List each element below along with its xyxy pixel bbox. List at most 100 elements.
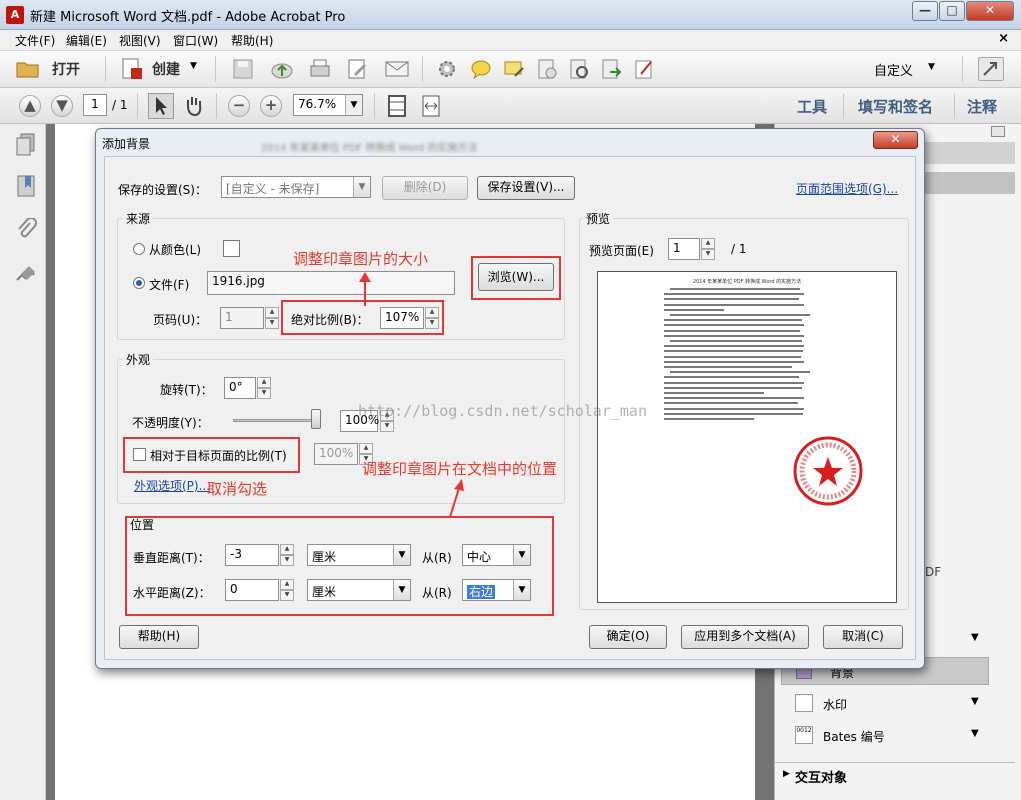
preview-page-canvas: 2014 年某某单位 PDF 转换成 Word 的实施方法 xyxy=(597,271,897,603)
preview-text-line xyxy=(670,371,810,374)
spin-up-icon[interactable]: ▲ xyxy=(257,377,271,388)
spin-down-icon[interactable]: ▼ xyxy=(701,249,715,260)
tools-pane-link[interactable]: 工具 xyxy=(797,96,827,117)
saved-settings-select[interactable]: [自定义 - 未保存] ▼ xyxy=(221,176,371,198)
page-number-input[interactable]: 1 xyxy=(83,94,107,116)
spin-down-icon[interactable]: ▼ xyxy=(280,590,294,601)
ocr-icon[interactable] xyxy=(568,58,590,80)
menu-window[interactable]: 窗口(W) xyxy=(173,32,218,49)
file-radio[interactable] xyxy=(133,277,145,289)
minimize-button[interactable]: — xyxy=(912,1,938,21)
vertical-distance-input[interactable]: -3 xyxy=(225,544,279,566)
hand-tool-icon[interactable] xyxy=(182,94,206,118)
dialog-close-button[interactable]: ✕ xyxy=(873,131,918,149)
cancel-button[interactable]: 取消(C) xyxy=(823,625,903,649)
horizontal-unit-select[interactable]: 厘米 ▼ xyxy=(307,579,411,601)
spin-down-icon[interactable]: ▼ xyxy=(380,421,394,432)
from-color-radio[interactable] xyxy=(133,243,145,255)
file-path-input[interactable]: 1916.jpg xyxy=(207,271,455,295)
browse-button[interactable]: 浏览(W)... xyxy=(478,263,554,291)
highlight-icon[interactable] xyxy=(503,58,525,80)
chevron-down-icon[interactable]: ▼ xyxy=(971,728,979,739)
chevron-down-icon[interactable]: ▼ xyxy=(971,632,979,643)
open-button[interactable]: 打开 xyxy=(14,57,94,81)
vertical-unit-select[interactable]: 厘米 ▼ xyxy=(307,544,411,566)
next-page-icon[interactable]: ▼ xyxy=(51,95,73,117)
spin-up-icon[interactable]: ▲ xyxy=(280,579,294,590)
horizontal-from-select[interactable]: 右边 ▼ xyxy=(462,579,531,601)
export-icon[interactable] xyxy=(600,58,622,80)
spin-up-icon[interactable]: ▲ xyxy=(280,544,294,555)
relative-scale-input[interactable]: 100% xyxy=(314,443,358,465)
spin-up-icon[interactable]: ▲ xyxy=(265,307,279,318)
open-label: 打开 xyxy=(52,62,80,78)
watermark-tool-item[interactable]: 水印 ▼ xyxy=(795,692,995,716)
appearance-options-link[interactable]: 外观选项(P)... xyxy=(134,477,210,494)
create-button[interactable]: 创建 ▼ xyxy=(118,57,202,81)
menu-file[interactable]: 文件(F) xyxy=(15,32,55,49)
spin-up-icon[interactable]: ▲ xyxy=(701,238,715,249)
expand-icon[interactable] xyxy=(978,57,1004,81)
spin-down-icon[interactable]: ▼ xyxy=(425,318,439,329)
fill-sign-pane-link[interactable]: 填写和签名 xyxy=(858,96,933,117)
chevron-down-icon[interactable]: ▼ xyxy=(928,62,935,72)
menu-help[interactable]: 帮助(H) xyxy=(231,32,273,49)
select-tool-icon[interactable] xyxy=(148,93,174,119)
save-icon[interactable] xyxy=(232,58,254,80)
interactive-objects-section[interactable]: ▶ 交互对象 xyxy=(775,762,1015,788)
fit-width-icon[interactable] xyxy=(420,94,442,118)
menu-edit[interactable]: 编辑(E) xyxy=(66,32,107,49)
signatures-icon[interactable] xyxy=(15,262,39,284)
form-icon[interactable] xyxy=(633,58,655,80)
fit-page-icon[interactable] xyxy=(386,94,408,118)
edit-document-icon[interactable] xyxy=(346,58,370,80)
page-range-options-link[interactable]: 页面范围选项(G)... xyxy=(796,180,898,197)
zoom-out-icon[interactable]: − xyxy=(228,95,250,117)
chevron-down-icon[interactable]: ▼ xyxy=(345,95,362,115)
gear-icon[interactable] xyxy=(436,58,458,80)
chevron-down-icon: ▼ xyxy=(393,580,410,600)
pane-options-icon[interactable] xyxy=(991,126,1005,137)
absolute-scale-input[interactable]: 107% xyxy=(380,307,424,329)
email-icon[interactable] xyxy=(384,58,410,80)
spin-down-icon[interactable]: ▼ xyxy=(265,318,279,329)
delete-button[interactable]: 删除(D) xyxy=(382,176,468,200)
position-highlight xyxy=(125,516,554,616)
customize-label[interactable]: 自定义 xyxy=(874,60,913,79)
close-document-icon[interactable]: × xyxy=(998,31,1009,46)
upload-cloud-icon[interactable] xyxy=(270,58,294,80)
vertical-from-select[interactable]: 中心 ▼ xyxy=(462,544,531,566)
apply-to-multiple-button[interactable]: 应用到多个文档(A) xyxy=(681,625,809,649)
help-button[interactable]: 帮助(H) xyxy=(119,625,199,649)
opacity-slider-track[interactable] xyxy=(233,419,321,422)
preview-page-label: 预览页面(E) xyxy=(589,244,654,258)
chevron-down-icon[interactable]: ▼ xyxy=(971,696,979,707)
page-thumbnails-icon[interactable] xyxy=(15,132,37,158)
preview-page-input[interactable]: 1 xyxy=(668,238,700,260)
relative-scale-checkbox[interactable] xyxy=(133,448,146,461)
opacity-slider-handle[interactable] xyxy=(311,409,321,429)
comment-pane-link[interactable]: 注释 xyxy=(967,96,997,117)
maximize-button[interactable]: □ xyxy=(939,1,965,21)
menu-view[interactable]: 视图(V) xyxy=(119,32,161,49)
page-number-field[interactable]: 1 xyxy=(220,307,264,329)
bates-tool-item[interactable]: 0012 Bates 编号 ▼ xyxy=(795,724,995,748)
attachments-icon[interactable] xyxy=(15,218,37,244)
spin-down-icon[interactable]: ▼ xyxy=(280,555,294,566)
horizontal-distance-input[interactable]: 0 xyxy=(225,579,279,601)
spin-down-icon[interactable]: ▼ xyxy=(257,388,271,399)
bookmarks-icon[interactable] xyxy=(15,174,37,200)
save-settings-button[interactable]: 保存设置(V)... xyxy=(477,176,575,200)
comment-icon[interactable] xyxy=(470,58,492,80)
zoom-in-icon[interactable]: + xyxy=(260,95,282,117)
print-icon[interactable] xyxy=(308,58,332,80)
color-swatch[interactable] xyxy=(223,240,240,257)
spin-up-icon[interactable]: ▲ xyxy=(425,307,439,318)
redact-icon[interactable] xyxy=(536,58,558,80)
close-window-button[interactable]: ✕ xyxy=(966,1,1014,21)
zoom-select[interactable]: 76.7% ▼ xyxy=(293,94,363,116)
spin-up-icon[interactable]: ▲ xyxy=(359,443,373,454)
ok-button[interactable]: 确定(O) xyxy=(589,625,667,649)
previous-page-icon[interactable]: ▲ xyxy=(19,95,41,117)
rotation-input[interactable]: 0° xyxy=(224,377,256,399)
